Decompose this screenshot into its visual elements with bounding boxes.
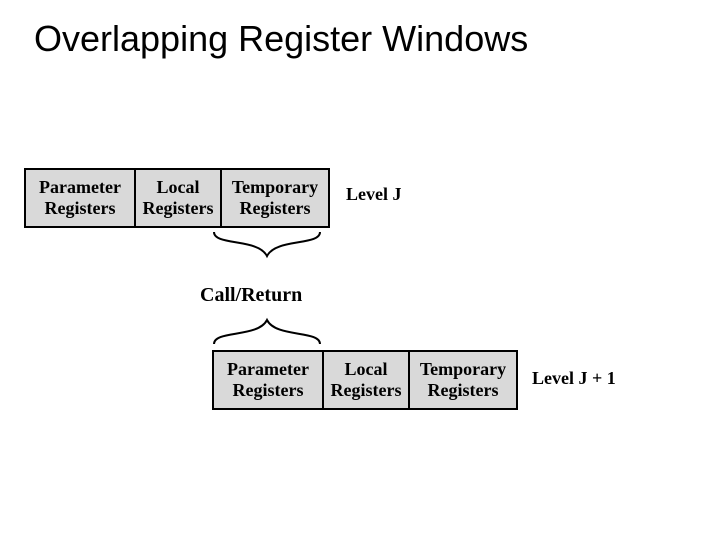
label-level-j: Level J xyxy=(346,184,402,205)
cell-line: Local xyxy=(157,177,200,198)
cell-j1-param: Parameter Registers xyxy=(214,352,322,408)
cell-line: Registers xyxy=(240,198,311,219)
cell-line: Registers xyxy=(233,380,304,401)
brace-down-icon xyxy=(210,230,324,260)
cell-line: Parameter xyxy=(227,359,309,380)
brace-up-icon xyxy=(210,316,324,346)
label-level-j1: Level J + 1 xyxy=(532,368,616,389)
window-level-j: Parameter Registers Local Registers Temp… xyxy=(24,168,330,228)
register-window-diagram: Parameter Registers Local Registers Temp… xyxy=(0,60,720,520)
cell-line: Registers xyxy=(331,380,402,401)
cell-line: Temporary xyxy=(232,177,318,198)
cell-j-param: Parameter Registers xyxy=(26,170,134,226)
cell-j1-local: Local Registers xyxy=(322,352,408,408)
cell-line: Temporary xyxy=(420,359,506,380)
window-level-j1: Parameter Registers Local Registers Temp… xyxy=(212,350,518,410)
page-title: Overlapping Register Windows xyxy=(0,0,720,60)
cell-j-local: Local Registers xyxy=(134,170,220,226)
cell-j-temp: Temporary Registers xyxy=(220,170,328,226)
label-call-return: Call/Return xyxy=(200,284,302,307)
cell-line: Registers xyxy=(143,198,214,219)
cell-line: Registers xyxy=(428,380,499,401)
cell-j1-temp: Temporary Registers xyxy=(408,352,516,408)
cell-line: Parameter xyxy=(39,177,121,198)
cell-line: Local xyxy=(345,359,388,380)
cell-line: Registers xyxy=(45,198,116,219)
